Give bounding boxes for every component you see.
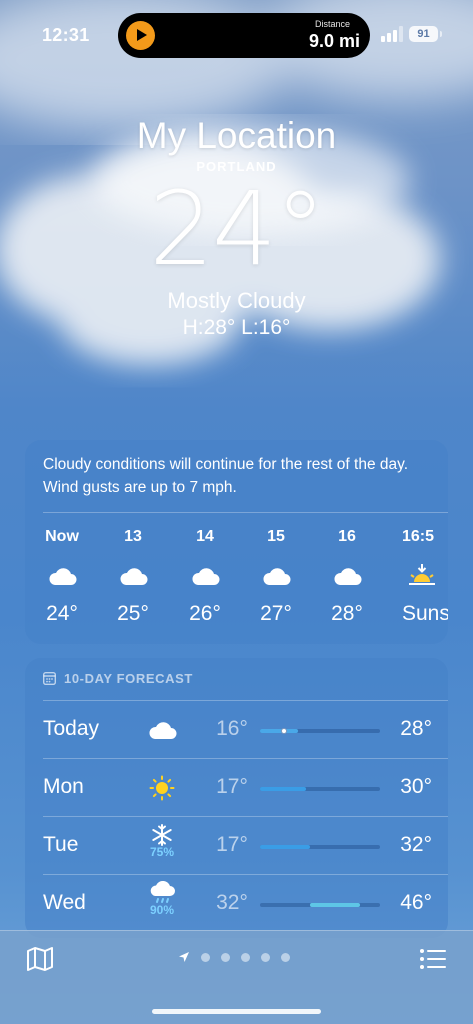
hour-item: 13 25° xyxy=(103,528,163,626)
current-condition: Mostly Cloudy xyxy=(167,288,306,313)
hour-item: 15 27° xyxy=(246,528,306,626)
page-dot[interactable] xyxy=(201,952,210,962)
live-activity-label: Distance xyxy=(314,19,350,29)
current-temp-marker xyxy=(281,728,287,734)
hour-temp: Suns xyxy=(402,602,448,625)
cloud-icon xyxy=(103,558,163,594)
snowflake-icon: 75% xyxy=(142,823,182,869)
temp-range-fill xyxy=(310,903,360,907)
page-dot[interactable] xyxy=(281,952,290,962)
forecast-row[interactable]: Wed 90% 32° 46° xyxy=(25,875,448,932)
page-dot[interactable] xyxy=(221,952,230,962)
status-time: 12:31 xyxy=(42,25,90,45)
forecast-row[interactable]: Tue 75% 17° 32° xyxy=(25,817,448,874)
map-icon[interactable] xyxy=(26,946,54,972)
cloud-icon xyxy=(142,707,182,753)
hour-time: 13 xyxy=(124,528,142,545)
high-low: H:28° L:16° xyxy=(182,316,291,339)
day-name: Mon xyxy=(43,775,84,798)
hour-item: 14 26° xyxy=(175,528,235,626)
cloud-icon xyxy=(317,558,377,594)
temp-range-bar xyxy=(260,787,380,791)
high-temp: 46° xyxy=(400,891,432,914)
cloud-icon xyxy=(32,558,92,594)
battery-icon: 91 xyxy=(409,26,442,42)
forecast-header: 10-DAY FORECAST xyxy=(43,671,193,686)
day-name: Wed xyxy=(43,891,86,914)
low-temp: 32° xyxy=(216,891,248,914)
hour-temp: 24° xyxy=(46,602,78,625)
page-dot[interactable] xyxy=(241,952,250,962)
page-dot[interactable] xyxy=(261,952,270,962)
low-temp: 17° xyxy=(216,775,248,798)
hour-temp: 26° xyxy=(189,602,221,625)
hour-temp: 25° xyxy=(117,602,149,625)
hour-time: Now xyxy=(45,528,79,545)
hour-item: 16:5 Suns xyxy=(402,528,448,626)
temp-range-fill xyxy=(260,729,299,733)
hour-temp: 28° xyxy=(331,602,363,625)
ten-day-forecast-card[interactable]: 10-DAY FORECAST Today 16° 28° Mon 17° 30… xyxy=(25,658,448,938)
low-temp: 17° xyxy=(216,833,248,856)
sunset-icon xyxy=(402,558,448,594)
page-indicator[interactable] xyxy=(178,951,290,963)
status-bar: 12:31 Distance 9.0 mi 91 xyxy=(0,0,473,70)
hour-item: 16 28° xyxy=(317,528,377,626)
high-temp: 32° xyxy=(400,833,432,856)
temp-range-fill xyxy=(260,787,306,791)
play-icon[interactable] xyxy=(126,21,155,50)
hour-time: 16 xyxy=(338,528,356,545)
dynamic-island[interactable]: Distance 9.0 mi xyxy=(118,13,370,58)
low-temp: 16° xyxy=(216,717,248,740)
precip-chance: 90% xyxy=(149,903,175,917)
cloud-icon xyxy=(246,558,306,594)
temp-range-bar xyxy=(260,845,380,849)
temp-range-bar xyxy=(260,728,380,734)
hour-time: 16:5 xyxy=(402,528,435,545)
list-icon[interactable] xyxy=(419,947,447,971)
calendar-icon xyxy=(43,672,56,685)
hour-temp: 27° xyxy=(260,602,292,625)
hourly-forecast-card[interactable]: Cloudy conditions will continue for the … xyxy=(25,440,448,644)
cloud-rain-icon: 90% xyxy=(142,881,182,927)
forecast-row[interactable]: Mon 17° 30° xyxy=(25,759,448,816)
hour-time: 15 xyxy=(267,528,285,545)
cellular-signal-icon xyxy=(381,26,403,42)
bottom-toolbar xyxy=(0,930,473,1024)
day-name: Tue xyxy=(43,833,79,856)
forecast-header-label: 10-DAY FORECAST xyxy=(64,671,193,686)
forecast-summary: Cloudy conditions will continue for the … xyxy=(43,456,409,496)
hour-item: Now 24° xyxy=(32,528,92,626)
live-activity-value: 9.0 mi xyxy=(308,31,360,51)
forecast-row[interactable]: Today 16° 28° xyxy=(25,701,448,758)
location-title: My Location xyxy=(136,115,337,156)
high-temp: 28° xyxy=(400,717,432,740)
day-name: Today xyxy=(43,717,100,740)
current-temperature: 24° xyxy=(149,170,326,289)
location-arrow-icon[interactable] xyxy=(178,951,190,963)
home-indicator[interactable] xyxy=(152,1009,321,1014)
hour-time: 14 xyxy=(196,528,214,545)
current-conditions: My Location PORTLAND 24° Mostly Cloudy H… xyxy=(0,115,473,340)
sun-icon xyxy=(142,765,182,811)
hourly-scroller[interactable]: Now 24° 13 25° 14 26° 15 27° 16 28° 16:5 xyxy=(25,528,448,638)
divider xyxy=(43,512,448,513)
high-temp: 30° xyxy=(400,775,432,798)
temp-range-bar xyxy=(260,903,380,907)
cloud-icon xyxy=(175,558,235,594)
precip-chance: 75% xyxy=(149,845,175,859)
temp-range-fill xyxy=(260,845,311,849)
